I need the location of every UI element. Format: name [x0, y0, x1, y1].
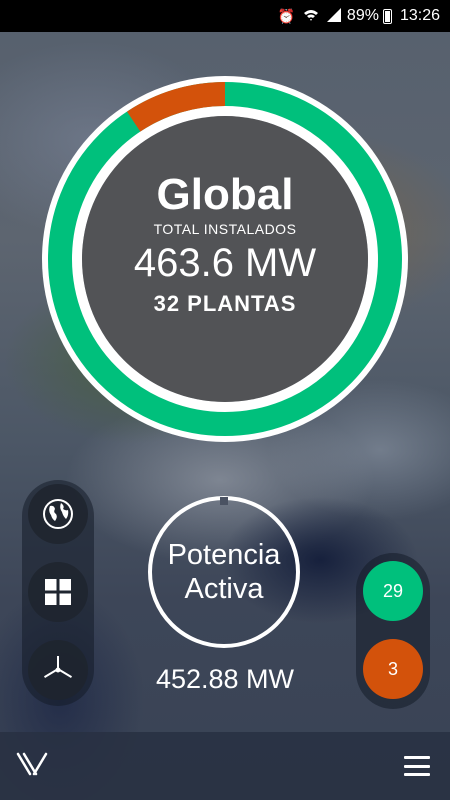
status-bar: ⏰ 89% 13:26 — [0, 0, 450, 32]
left-nav — [22, 480, 94, 706]
battery-icon — [382, 8, 392, 24]
bottom-bar — [0, 732, 450, 800]
logo-icon[interactable] — [16, 750, 48, 778]
wind-turbine-icon — [44, 656, 72, 678]
installed-capacity: 463.6 MW — [133, 241, 317, 285]
signal-icon — [326, 7, 341, 25]
plant-count: 32 PLANTAS — [153, 291, 297, 316]
global-gauge-text: Global TOTAL INSTALADOS 463.6 MW 32 PLAN… — [38, 72, 412, 446]
active-power-value: 452.88 MW — [155, 664, 295, 694]
wind-turbine-button[interactable] — [28, 640, 88, 700]
status-counters: 29 3 — [356, 553, 430, 709]
green-count-badge[interactable]: 29 — [363, 561, 423, 621]
app-screen: ⏰ 89% 13:26 Global TOTAL INSTALADOS 463.… — [0, 0, 450, 800]
alarm-icon: ⏰ — [277, 7, 295, 24]
gauge-title: Global — [156, 170, 294, 219]
grid-icon — [45, 579, 71, 605]
active-power-label-line2: Activa — [184, 573, 264, 605]
global-gauge[interactable]: Global TOTAL INSTALADOS 463.6 MW 32 PLAN… — [38, 72, 412, 446]
grid-button[interactable] — [28, 562, 88, 622]
clock: 13:26 — [399, 7, 440, 24]
menu-icon[interactable] — [404, 756, 430, 776]
gauge-subtitle: TOTAL INSTALADOS — [153, 221, 297, 237]
battery-percentage: 89% — [346, 7, 379, 24]
active-power-gauge[interactable]: Potencia Activa — [146, 494, 302, 650]
orange-count-badge[interactable]: 3 — [363, 639, 423, 699]
globe-icon — [43, 499, 73, 529]
active-power-label-line1: Potencia — [167, 539, 281, 571]
active-power-label: Potencia Activa — [146, 494, 302, 650]
wifi-icon — [303, 8, 319, 25]
globe-button[interactable] — [28, 484, 88, 544]
